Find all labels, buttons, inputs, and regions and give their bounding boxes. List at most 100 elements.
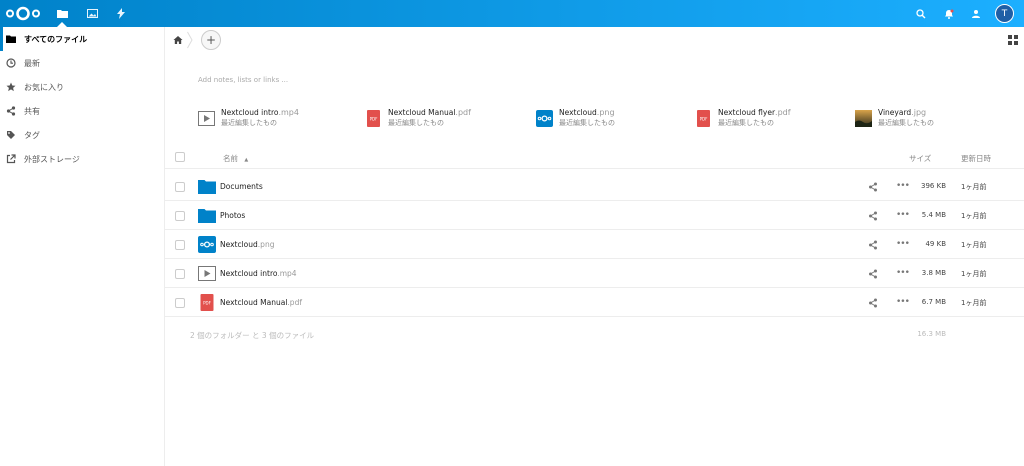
more-actions-icon[interactable]: •••	[896, 210, 910, 220]
video-icon	[198, 110, 215, 126]
sidebar-item-label: タグ	[24, 130, 40, 140]
notes-input[interactable]: Add notes, lists or links ...	[198, 76, 288, 84]
table-row[interactable]: Photos ••• 5.4 MB 1ヶ月前	[165, 201, 1024, 230]
sidebar-item-favorites[interactable]: お気に入り	[0, 75, 164, 99]
recent-file-name: Nextcloud	[559, 108, 597, 117]
size-column-header[interactable]: サイズ	[909, 153, 931, 164]
search-button[interactable]	[911, 0, 931, 27]
recent-file[interactable]: PDF Nextcloud Manual.pdf 最近編集したもの	[365, 107, 471, 129]
recent-file-ext: .png	[596, 108, 615, 117]
select-all-checkbox[interactable]	[175, 152, 185, 162]
row-checkbox[interactable]	[175, 240, 185, 250]
recent-file[interactable]: PDF Nextcloud flyer.pdf 最近編集したもの	[695, 107, 791, 129]
recent-file-subtitle: 最近編集したもの	[878, 119, 934, 127]
user-avatar[interactable]: T	[995, 4, 1014, 23]
share-icon[interactable]	[868, 211, 878, 221]
sidebar: すべてのファイル 最新 お気に入り 共有 タグ 外部ストレージ	[0, 27, 165, 466]
share-icon[interactable]	[868, 182, 878, 192]
file-name: Documents	[220, 182, 263, 191]
row-checkbox[interactable]	[175, 182, 185, 192]
recent-file[interactable]: Vineyard.jpg 最近編集したもの	[855, 107, 934, 129]
sidebar-item-external-storage[interactable]: 外部ストレージ	[0, 147, 164, 171]
pdf-icon: PDF	[200, 294, 214, 311]
summary-total-size: 16.3 MB	[917, 330, 946, 338]
nextcloud-logo[interactable]	[5, 6, 41, 21]
star-icon	[6, 82, 16, 92]
gallery-app-button[interactable]	[77, 0, 107, 27]
table-row[interactable]: Nextcloud intro.mp4 ••• 3.8 MB 1ヶ月前	[165, 259, 1024, 288]
file-modified: 1ヶ月前	[961, 299, 987, 307]
table-row[interactable]: Nextcloud.png ••• 49 KB 1ヶ月前	[165, 230, 1024, 259]
recent-file-subtitle: 最近編集したもの	[718, 119, 774, 127]
file-name-base: Nextcloud	[220, 240, 258, 249]
activity-bolt-icon	[117, 8, 125, 19]
row-checkbox[interactable]	[175, 298, 185, 308]
file-table-header: 名前 ▲ サイズ 更新日時	[165, 145, 1024, 169]
tag-icon	[7, 131, 15, 139]
share-icon[interactable]	[868, 298, 878, 308]
more-actions-icon[interactable]: •••	[896, 181, 910, 191]
sidebar-item-all-files[interactable]: すべてのファイル	[0, 27, 164, 51]
notifications-button[interactable]	[939, 0, 959, 27]
sidebar-item-label: 最新	[24, 58, 40, 68]
files-app-button[interactable]	[47, 0, 77, 27]
recent-file[interactable]: Nextcloud.png 最近編集したもの	[536, 107, 615, 129]
sort-ascending-icon: ▲	[244, 157, 249, 163]
recent-file-name: Vineyard	[878, 108, 912, 117]
file-name: Nextcloud.png	[220, 240, 274, 249]
recent-file-name: Nextcloud intro	[221, 108, 279, 117]
file-size: 5.4 MB	[921, 211, 946, 219]
file-ext: .png	[257, 240, 275, 249]
file-size: 3.8 MB	[921, 269, 946, 277]
new-file-button[interactable]: +	[201, 30, 221, 50]
nextcloud-image-icon	[198, 236, 216, 253]
share-icon	[6, 106, 16, 116]
recent-file-ext: .pdf	[455, 108, 471, 117]
video-icon	[198, 266, 216, 281]
row-checkbox[interactable]	[175, 211, 185, 221]
sidebar-item-tags[interactable]: タグ	[0, 123, 164, 147]
file-size: 396 KB	[921, 182, 946, 190]
table-row[interactable]: PDF Nextcloud Manual.pdf ••• 6.7 MB 1ヶ月前	[165, 288, 1024, 317]
file-modified: 1ヶ月前	[961, 183, 987, 191]
contacts-icon	[972, 9, 980, 18]
breadcrumb: +	[165, 27, 1024, 53]
more-actions-icon[interactable]: •••	[896, 297, 910, 307]
file-modified: 1ヶ月前	[961, 270, 987, 278]
recent-file-ext: .mp4	[278, 108, 299, 117]
share-icon[interactable]	[868, 240, 878, 250]
sidebar-item-shared[interactable]: 共有	[0, 99, 164, 123]
svg-text:PDF: PDF	[700, 116, 708, 121]
gallery-image-icon	[86, 9, 98, 18]
more-actions-icon[interactable]: •••	[896, 268, 910, 278]
clock-icon	[6, 58, 16, 68]
file-summary: 2 個のフォルダー と 3 個のファイル 16.3 MB	[165, 318, 1024, 340]
recent-file[interactable]: Nextcloud intro.mp4 最近編集したもの	[198, 107, 299, 129]
folder-icon	[198, 209, 216, 223]
search-icon	[916, 8, 926, 18]
folder-icon	[198, 180, 216, 194]
file-name: Nextcloud intro.mp4	[220, 269, 297, 278]
external-link-icon	[6, 154, 16, 164]
recent-file-subtitle: 最近編集したもの	[221, 119, 277, 127]
name-header-label: 名前	[223, 154, 238, 163]
activity-app-button[interactable]	[106, 0, 136, 27]
file-size: 6.7 MB	[921, 298, 946, 306]
table-row[interactable]: Documents ••• 396 KB 1ヶ月前	[165, 172, 1024, 201]
recent-file-subtitle: 最近編集したもの	[559, 119, 615, 127]
grid-view-icon[interactable]	[1008, 35, 1018, 45]
file-name-base: Documents	[220, 182, 263, 191]
more-actions-icon[interactable]: •••	[896, 239, 910, 249]
sidebar-item-recent[interactable]: 最新	[0, 51, 164, 75]
home-icon[interactable]	[171, 33, 185, 47]
photo-thumbnail-icon	[855, 109, 872, 127]
modified-column-header[interactable]: 更新日時	[961, 153, 991, 164]
name-column-header[interactable]: 名前 ▲	[223, 153, 248, 164]
row-checkbox[interactable]	[175, 269, 185, 279]
top-header: T	[0, 0, 1024, 27]
share-icon[interactable]	[868, 269, 878, 279]
recent-file-ext: .jpg	[911, 108, 927, 117]
contacts-button[interactable]	[966, 0, 986, 27]
file-name-base: Photos	[220, 211, 246, 220]
svg-text:PDF: PDF	[370, 116, 378, 121]
